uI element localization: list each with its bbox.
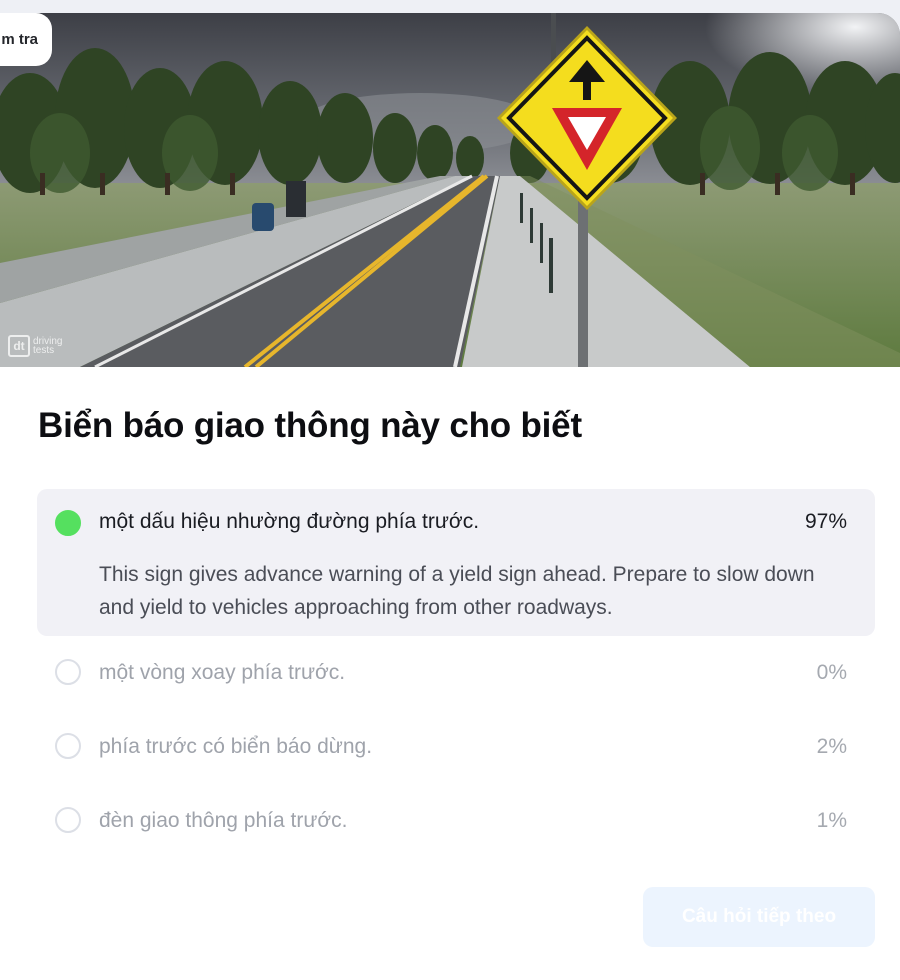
question-card: m tra dt driving tests Biển báo giao thô… <box>0 13 900 980</box>
question-title: Biển báo giao thông này cho biết <box>38 406 582 445</box>
check-tab[interactable]: m tra <box>0 13 52 66</box>
answer-percent: 1% <box>816 809 847 832</box>
answer-option-1[interactable]: một dấu hiệu nhường đường phía trước. 97… <box>37 489 875 636</box>
answer-text: một dấu hiệu nhường đường phía trước. <box>99 510 480 533</box>
radio-icon <box>55 659 81 685</box>
radio-icon <box>55 807 81 833</box>
answer-percent: 97% <box>804 510 847 533</box>
answer-option-2[interactable]: một vòng xoay phía trước. 0% <box>37 644 875 718</box>
answer-percent: 2% <box>816 735 847 758</box>
radio-selected-icon <box>55 510 81 536</box>
radio-icon <box>55 733 81 759</box>
logo-icon: dt <box>8 335 30 357</box>
answer-text: đèn giao thông phía trước. <box>99 809 348 832</box>
answer-percent: 0% <box>816 661 847 684</box>
answer-explanation: This sign gives advance warning of a yie… <box>99 563 815 619</box>
driving-tests-logo: dt driving tests <box>8 335 69 357</box>
logo-text: driving tests <box>33 336 63 356</box>
answer-option-3[interactable]: phía trước có biển báo dừng. 2% <box>37 718 875 792</box>
answer-text: phía trước có biển báo dừng. <box>99 735 373 758</box>
answer-option-4[interactable]: đèn giao thông phía trước. 1% <box>37 792 875 866</box>
answer-list: một dấu hiệu nhường đường phía trước. 97… <box>37 489 875 866</box>
road-sign-image <box>0 13 900 367</box>
answer-text: một vòng xoay phía trước. <box>99 661 346 684</box>
next-question-button[interactable]: Câu hỏi tiếp theo <box>643 887 875 947</box>
